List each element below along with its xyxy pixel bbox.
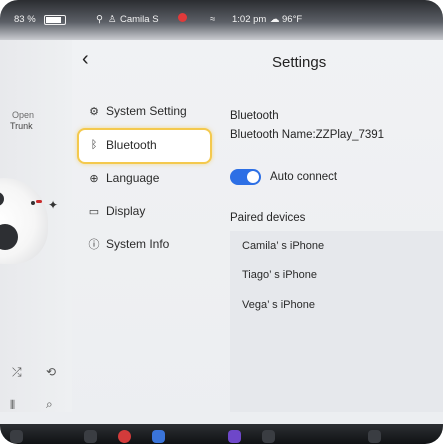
- page-title: Settings: [272, 54, 327, 71]
- search-icon[interactable]: ⌕: [46, 397, 53, 412]
- wifi-icon: ≈: [210, 14, 216, 25]
- auto-connect-toggle[interactable]: [230, 169, 261, 185]
- weather-icon: ☁: [270, 14, 280, 25]
- dock-app-icon[interactable]: [152, 430, 165, 443]
- record-icon: [178, 13, 187, 22]
- auto-connect-label: Auto connect: [270, 171, 338, 183]
- bluetooth-icon: ᛒ: [90, 139, 98, 151]
- dock-app-icon[interactable]: [10, 430, 23, 443]
- menu-item-display[interactable]: ▭ Display: [88, 204, 146, 218]
- tire-icon: [0, 224, 18, 250]
- menu-item-bluetooth[interactable]: ᛒ Bluetooth: [88, 138, 157, 152]
- battery-percent: 83 %: [14, 14, 36, 25]
- dock-app-icon[interactable]: [84, 430, 97, 443]
- tail-light: [36, 200, 42, 203]
- tire-icon: [0, 192, 4, 206]
- temperature: 96°F: [282, 14, 303, 25]
- dock-app-icon[interactable]: [228, 430, 241, 443]
- menu-item-label: Bluetooth: [106, 138, 157, 152]
- toggle-knob: [247, 171, 259, 183]
- paired-device-item[interactable]: Camila’ s iPhone: [242, 240, 324, 252]
- headlight-icon[interactable]: ✦: [48, 198, 58, 212]
- menu-item-system-setting[interactable]: ⚙ System Setting: [88, 104, 187, 118]
- shuffle-icon[interactable]: ⤮: [12, 365, 22, 380]
- paired-devices-list: [230, 231, 443, 412]
- indicator-dot: [31, 201, 35, 205]
- phone-icon: ⚲: [96, 14, 103, 25]
- menu-item-label: System Setting: [106, 104, 187, 118]
- clock-time: 1:02 pm: [232, 14, 267, 25]
- gear-icon: ⚙: [89, 105, 99, 118]
- display-icon: ▭: [88, 205, 100, 218]
- open-label[interactable]: Open: [12, 110, 34, 120]
- paired-devices-heading: Paired devices: [230, 212, 306, 224]
- menu-item-language[interactable]: ⊕ Language: [88, 171, 159, 185]
- volume-icon[interactable]: [368, 430, 381, 443]
- dock-app-icon[interactable]: [118, 430, 131, 443]
- menu-item-system-info[interactable]: ⓘ System Info: [88, 236, 170, 252]
- back-chevron-icon[interactable]: ‹: [82, 48, 89, 71]
- user-icon: ♙: [108, 14, 117, 25]
- paired-device-item[interactable]: Tiago’ s iPhone: [242, 269, 317, 281]
- info-icon: ⓘ: [88, 239, 100, 251]
- trunk-label[interactable]: Trunk: [10, 121, 33, 131]
- equalizer-icon[interactable]: ⫴: [10, 398, 15, 413]
- menu-item-label: System Info: [106, 237, 170, 251]
- status-bar: 83 % ⚲ ♙ Camila S ≈ 1:02 pm ☁ 96°F: [0, 0, 443, 40]
- globe-icon: ⊕: [89, 172, 99, 185]
- screen-frame: 83 % ⚲ ♙ Camila S ≈ 1:02 pm ☁ 96°F Open …: [0, 0, 443, 444]
- paired-device-item[interactable]: Vega’ s iPhone: [242, 299, 315, 311]
- user-name: Camila S: [120, 14, 159, 25]
- bluetooth-heading: Bluetooth: [230, 110, 279, 122]
- dock-app-icon[interactable]: [262, 430, 275, 443]
- menu-item-label: Display: [106, 204, 146, 218]
- bluetooth-name: Bluetooth Name:ZZPlay_7391: [230, 129, 385, 141]
- battery-icon: [44, 15, 66, 25]
- menu-item-label: Language: [106, 171, 160, 185]
- repeat-icon[interactable]: ⟲: [46, 365, 56, 379]
